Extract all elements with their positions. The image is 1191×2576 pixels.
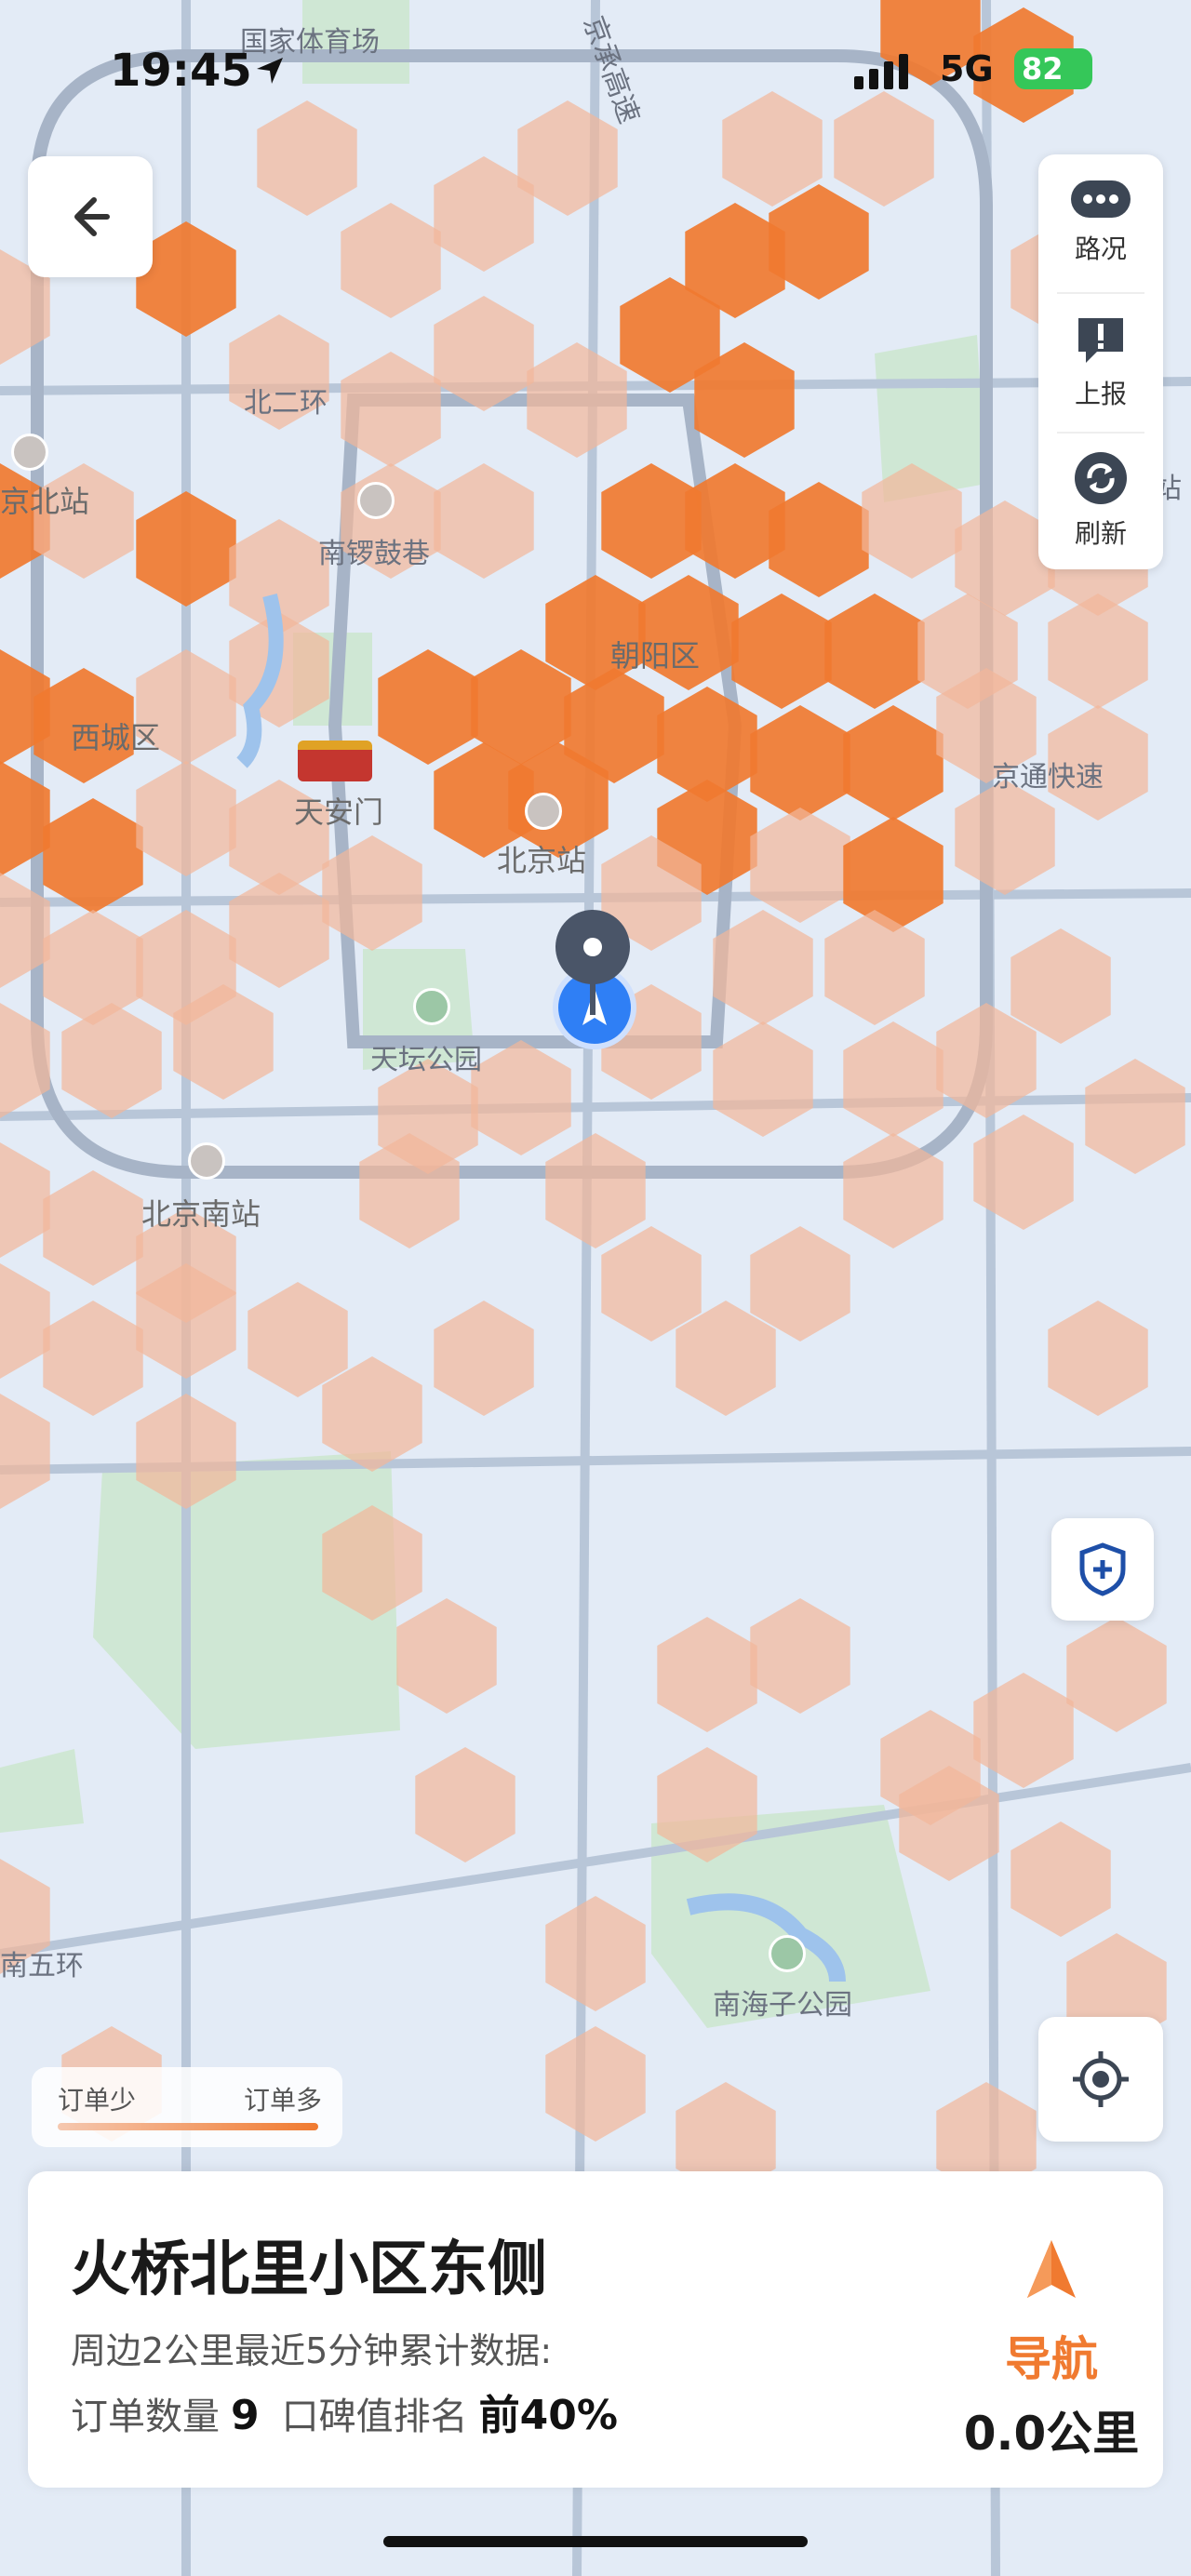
legend-gradient-bar [58,2123,318,2130]
back-button[interactable] [28,156,153,277]
location-info-card: 火桥北里小区东侧 周边2公里最近5分钟累计数据: 订单数量 9 口碑值排名 前40% … [28,2171,1163,2488]
label-xicheng: 西城区 [71,720,161,755]
navigate-label: 导航 [1005,2332,1098,2386]
status-time: 19:45 [110,45,252,97]
stats-description: 周边2公里最近5分钟累计数据: [71,2330,553,2371]
navigate-button[interactable]: 导航 0.0公里 [958,2236,1144,2461]
train-station-icon [525,793,562,830]
park-icon [769,1935,806,1972]
safety-shield-button[interactable] [1051,1518,1154,1621]
label-north-2nd-ring: 北二环 [244,387,328,420]
label-beijing-station: 北京站 [497,843,587,878]
rank-label: 口碑值排名 [281,2396,468,2438]
battery-indicator: 82 [1014,48,1092,89]
order-count-label: 订单数量 [71,2396,220,2438]
refresh-label: 刷新 [1074,518,1127,549]
order-count-value: 9 [231,2392,260,2439]
destination-pin-icon [555,910,630,984]
crosshair-icon [1073,2051,1129,2107]
traffic-button[interactable]: 路况 [1038,154,1163,292]
shield-icon [1079,1542,1126,1596]
refresh-button[interactable]: 刷新 [1038,432,1163,569]
label-jingtong-expressway: 京通快速 [992,761,1104,794]
home-indicator[interactable] [383,2536,808,2547]
label-south-5th-ring: 南五环 [0,1950,84,1982]
location-arrow-icon [257,58,283,84]
rank-value: 前40% [478,2392,618,2439]
map-control-panel: 路况 上报 刷新 [1038,154,1163,569]
back-arrow-icon [74,197,110,236]
report-label: 上报 [1074,379,1127,409]
heat-legend: 订单少 订单多 [32,2067,342,2147]
label-nanhaizi-park: 南海子公园 [713,1989,852,2022]
stats-row: 订单数量 9 口碑值排名 前40% [71,2382,640,2441]
label-chaoyang: 朝阳区 [610,638,701,674]
label-beijing-south-station: 北京南站 [141,1196,261,1232]
report-icon [1078,318,1123,363]
label-beijing-north-station: 京北站 [0,484,90,519]
legend-low-label: 订单少 [58,2085,137,2116]
status-bar: 19:45 5G 82 [0,37,1191,102]
signal-icon [854,54,908,89]
location-title: 火桥北里小区东侧 [71,2236,547,2304]
label-tiananmen: 天安门 [294,794,384,830]
legend-high-label: 订单多 [243,2085,322,2116]
traffic-label: 路况 [1074,234,1127,264]
park-icon [413,988,450,1025]
distance-value: 0.0公里 [963,2407,1140,2461]
train-station-icon [188,1142,225,1180]
label-temple-of-heaven: 天坛公园 [370,1044,482,1076]
pin-stem [590,981,596,1015]
label-nanluoguxiang: 南锣鼓巷 [318,538,430,570]
tiananmen-icon [298,741,372,781]
train-station-icon [11,434,48,471]
locate-me-button[interactable] [1038,2017,1163,2142]
network-type: 5G [940,48,994,89]
navigation-arrow-icon [1027,2240,1076,2298]
traffic-icon [1071,180,1131,218]
report-button[interactable]: 上报 [1038,294,1163,432]
refresh-icon [1075,452,1127,504]
poi-icon [357,482,395,519]
